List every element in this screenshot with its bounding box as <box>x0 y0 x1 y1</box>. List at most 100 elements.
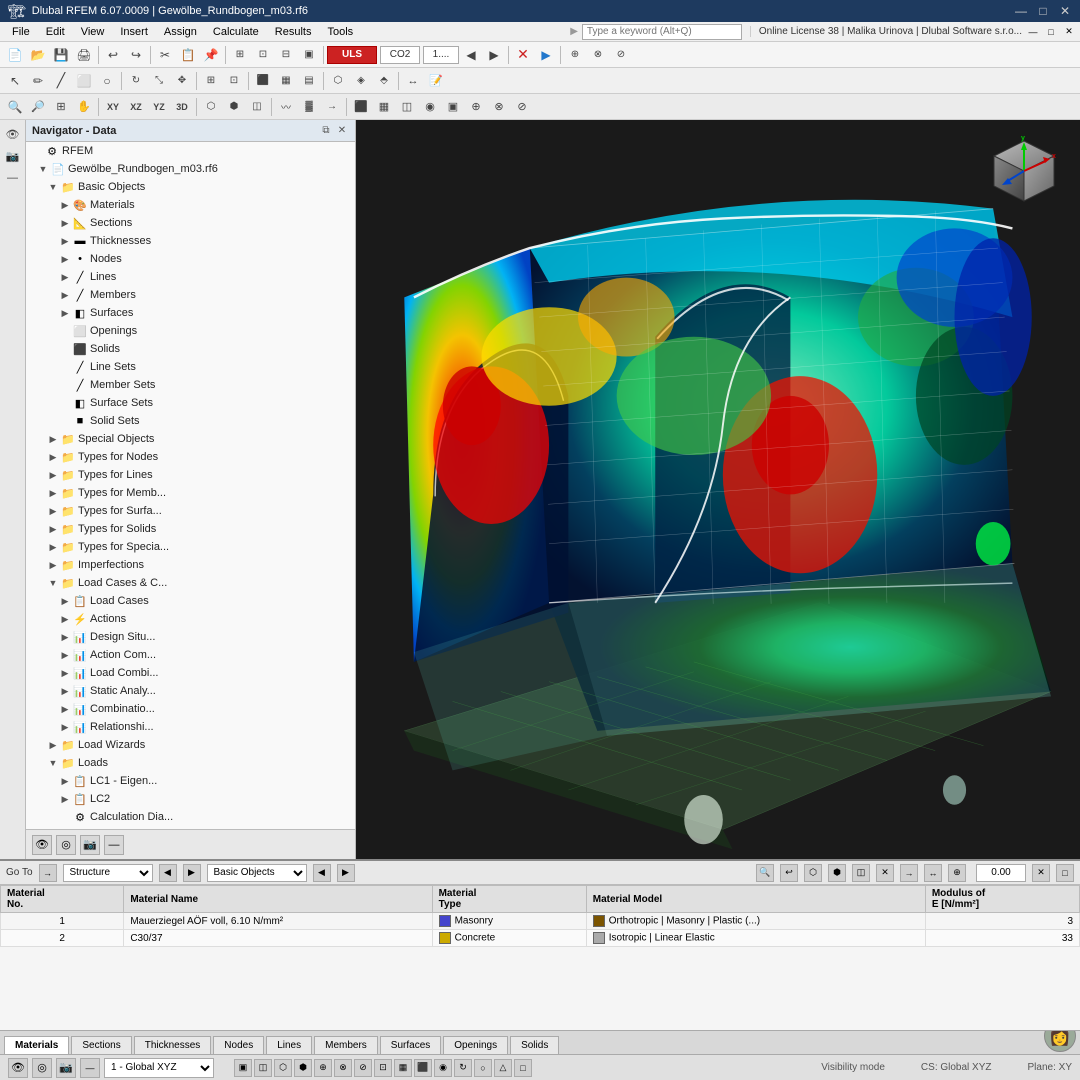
tab-members[interactable]: Members <box>314 1036 378 1054</box>
viewport-3d[interactable]: y x <box>356 120 1080 859</box>
tree-item-lc-static[interactable]: ▶📊Static Analy... <box>26 682 355 700</box>
tb3-3d[interactable]: 3D <box>171 96 193 118</box>
st-icon13[interactable]: ○ <box>474 1059 492 1077</box>
bo-next-btn[interactable]: ▶ <box>337 864 355 882</box>
tree-expand-loadwizards[interactable]: ▶ <box>46 738 60 752</box>
tree-item-typessurf[interactable]: ▶📁Types for Surfa... <box>26 502 355 520</box>
tb3-stress[interactable]: ▓ <box>298 96 320 118</box>
st-icon8[interactable]: ⊡ <box>374 1059 392 1077</box>
tb-new[interactable]: 📄 <box>4 44 26 66</box>
panel-icon6[interactable]: ✕ <box>876 864 894 882</box>
basicobj-select[interactable]: Basic Objects <box>207 864 307 882</box>
tb-calc[interactable]: ✕ <box>512 44 534 66</box>
tree-item-specialobj[interactable]: ▶📁Special Objects <box>26 430 355 448</box>
license-close-btn[interactable]: ✕ <box>1062 25 1076 39</box>
tree-expand-typesmemb[interactable]: ▶ <box>46 486 60 500</box>
tree-item-loadwizards[interactable]: ▶📁Load Wizards <box>26 736 355 754</box>
tab-sections[interactable]: Sections <box>71 1036 131 1054</box>
tree-expand-imperfections[interactable]: ▶ <box>46 558 60 572</box>
tree-expand-project[interactable]: ▼ <box>36 162 50 176</box>
tree-item-basic[interactable]: ▼📁Basic Objects <box>26 178 355 196</box>
tb2-dim[interactable]: ↔ <box>402 70 424 92</box>
tb2-rotate[interactable]: ↻ <box>125 70 147 92</box>
nav-restore-btn[interactable]: ⧉ <box>319 124 333 138</box>
license-min-btn[interactable]: — <box>1026 25 1040 39</box>
tree-item-lc-relation[interactable]: ▶📊Relationshi... <box>26 718 355 736</box>
tb3-front[interactable]: XY <box>102 96 124 118</box>
tree-expand-loads[interactable]: ▼ <box>46 756 60 770</box>
tree-item-lc-combina[interactable]: ▶📊Combinatio... <box>26 700 355 718</box>
menu-calculate[interactable]: Calculate <box>205 24 267 40</box>
tree-expand-nodes[interactable]: ▶ <box>58 252 72 266</box>
tb-extra3[interactable]: ⊘ <box>610 44 632 66</box>
tree-item-typesnodes[interactable]: ▶📁Types for Nodes <box>26 448 355 466</box>
tree-item-loadcases[interactable]: ▼📁Load Cases & C... <box>26 574 355 592</box>
menu-insert[interactable]: Insert <box>112 24 156 40</box>
tab-solids[interactable]: Solids <box>510 1036 559 1054</box>
status-btn3[interactable]: 📷 <box>56 1058 76 1078</box>
menu-assign[interactable]: Assign <box>156 24 205 40</box>
status-btn2[interactable]: ◎ <box>32 1058 52 1078</box>
tb2-snap1[interactable]: ⊞ <box>200 70 222 92</box>
tb-copy[interactable]: 📋 <box>177 44 199 66</box>
tree-expand-members[interactable]: ▶ <box>58 288 72 302</box>
tree-expand-typessolid[interactable]: ▶ <box>46 522 60 536</box>
tree-expand-lc-actioncom[interactable]: ▶ <box>58 648 72 662</box>
tb3-solid[interactable]: ⬢ <box>223 96 245 118</box>
tab-surfaces[interactable]: Surfaces <box>380 1036 441 1054</box>
st-icon14[interactable]: △ <box>494 1059 512 1077</box>
tb2-line[interactable]: ╱ <box>50 70 72 92</box>
panel-icon2[interactable]: ↩ <box>780 864 798 882</box>
tb-redo[interactable]: ↪ <box>125 44 147 66</box>
tb2-snap2[interactable]: ⊡ <box>223 70 245 92</box>
panel-max-btn[interactable]: □ <box>1056 864 1074 882</box>
menu-results[interactable]: Results <box>267 24 320 40</box>
tb2-box[interactable]: ⬜ <box>73 70 95 92</box>
panel-icon9[interactable]: ⊕ <box>948 864 966 882</box>
st-icon12[interactable]: ↻ <box>454 1059 472 1077</box>
tb3-render1[interactable]: ⬛ <box>350 96 372 118</box>
tb3-render8[interactable]: ⊘ <box>511 96 533 118</box>
tree-expand-lc1[interactable]: ▶ <box>58 774 72 788</box>
tb-save[interactable]: 💾 <box>50 44 72 66</box>
tree-expand-lc-loadcombi[interactable]: ▶ <box>58 666 72 680</box>
tb3-side[interactable]: XZ <box>125 96 147 118</box>
tree-item-lc1[interactable]: ▶📋LC1 - Eigen... <box>26 772 355 790</box>
tb2-note[interactable]: 📝 <box>425 70 447 92</box>
st-icon1[interactable]: ▣ <box>234 1059 252 1077</box>
tree-expand-lc-relation[interactable]: ▶ <box>58 720 72 734</box>
tb-undo[interactable]: ↩ <box>102 44 124 66</box>
tree-item-lc-loadcases[interactable]: ▶📋Load Cases <box>26 592 355 610</box>
keyword-search-input[interactable] <box>582 24 742 40</box>
tree-expand-lines[interactable]: ▶ <box>58 270 72 284</box>
tree-item-lc-actioncom[interactable]: ▶📊Action Com... <box>26 646 355 664</box>
tree-expand-sections[interactable]: ▶ <box>58 216 72 230</box>
st-icon6[interactable]: ⊗ <box>334 1059 352 1077</box>
tree-item-materials[interactable]: ▶🎨Materials <box>26 196 355 214</box>
tree-expand-specialobj[interactable]: ▶ <box>46 432 60 446</box>
tree-item-typesspecial[interactable]: ▶📁Types for Specia... <box>26 538 355 556</box>
nav-btn-camera[interactable]: 📷 <box>80 835 100 855</box>
vt-camera[interactable]: 📷 <box>3 146 23 166</box>
tree-expand-lc-loadcases[interactable]: ▶ <box>58 594 72 608</box>
tree-expand-basic[interactable]: ▼ <box>46 180 60 194</box>
tab-openings[interactable]: Openings <box>443 1036 508 1054</box>
tb2-move[interactable]: ✥ <box>171 70 193 92</box>
maximize-button[interactable]: □ <box>1036 4 1050 18</box>
tb2-mesh1[interactable]: ⬡ <box>327 70 349 92</box>
tree-expand-lc-actions[interactable]: ▶ <box>58 612 72 626</box>
structure-select[interactable]: Structure <box>63 864 153 882</box>
nav-btn-eye2[interactable]: ◎ <box>56 835 76 855</box>
tb3-deformed[interactable]: 〰 <box>275 96 297 118</box>
tb-extra2[interactable]: ⊗ <box>587 44 609 66</box>
status-btn1[interactable]: 👁 <box>8 1058 28 1078</box>
st-icon7[interactable]: ⊘ <box>354 1059 372 1077</box>
tb3-arrows[interactable]: → <box>321 96 343 118</box>
tb3-render5[interactable]: ▣ <box>442 96 464 118</box>
menu-file[interactable]: File <box>4 24 38 40</box>
panel-icon1[interactable]: 🔍 <box>756 864 774 882</box>
tb-run[interactable]: ▶ <box>535 44 557 66</box>
tree-expand-loadcases[interactable]: ▼ <box>46 576 60 590</box>
tb2-mesh3[interactable]: ⬘ <box>373 70 395 92</box>
tree-item-lc-actions[interactable]: ▶⚡Actions <box>26 610 355 628</box>
